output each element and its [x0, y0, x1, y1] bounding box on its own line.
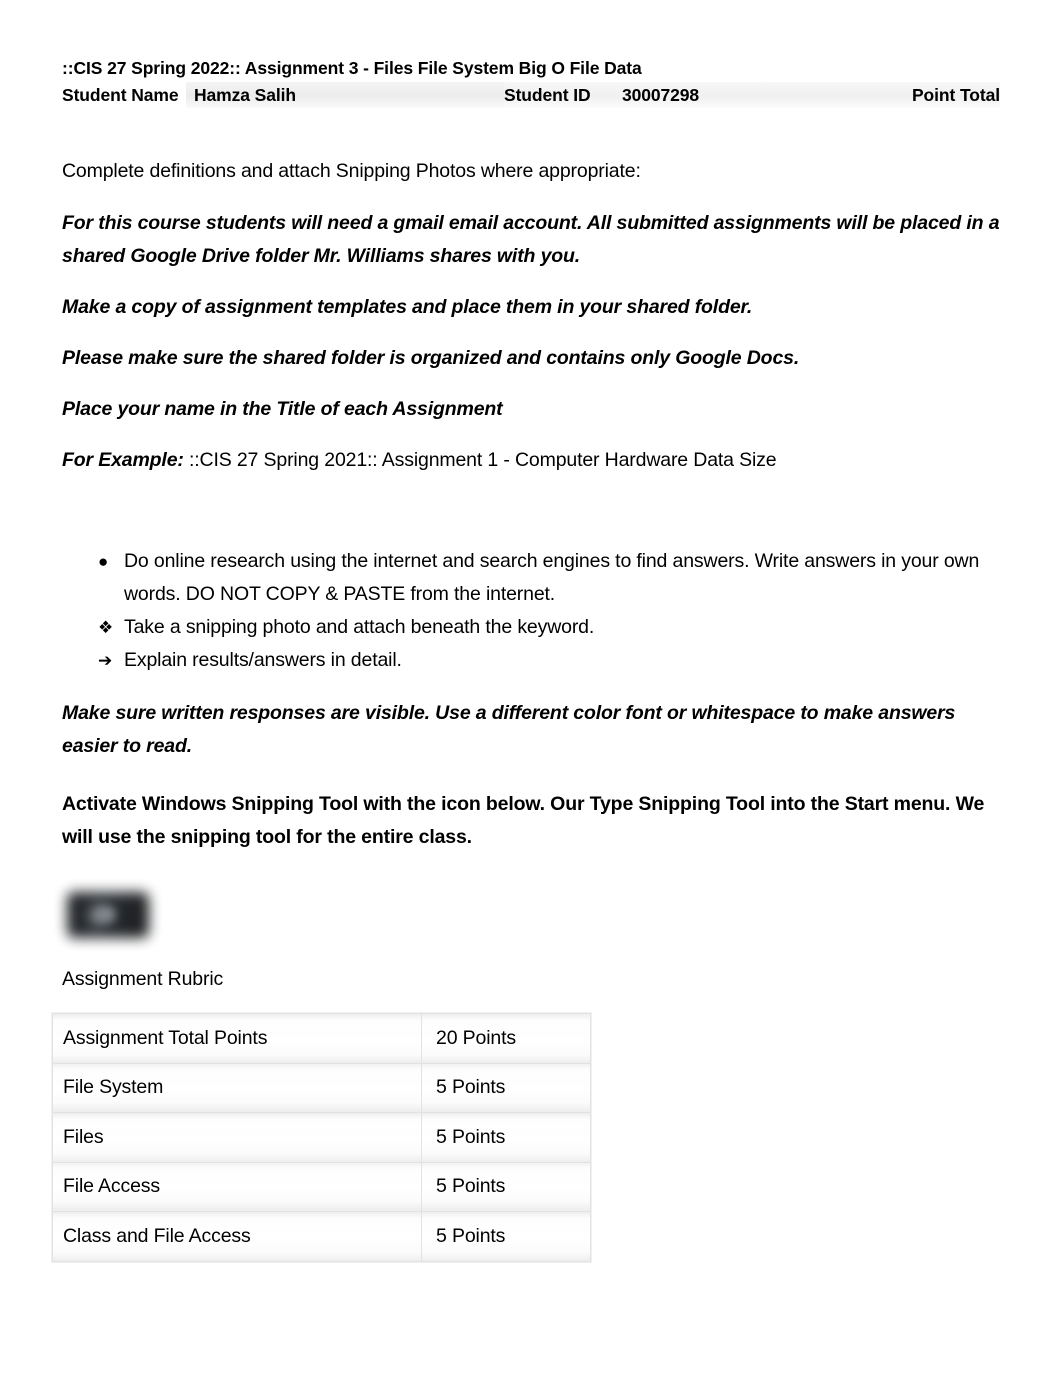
snipping-tool-note: Activate Windows Snipping Tool with the … [62, 793, 985, 848]
point-total-label: Point Total [868, 82, 1000, 108]
intro-paragraph: Complete definitions and attach Snipping… [62, 160, 641, 182]
rubric-criterion: File System [52, 1062, 422, 1113]
document-body: Complete definitions and attach Snipping… [62, 155, 1002, 854]
rubric-criterion: Assignment Total Points [52, 1013, 422, 1064]
rubric-heading: Assignment Rubric [62, 968, 224, 990]
rubric-points: 5 Points [421, 1211, 591, 1262]
rubric-points: 20 Points [421, 1013, 591, 1064]
snipping-tool-icon-highlight [98, 907, 115, 922]
student-id-value[interactable]: 30007298 [622, 82, 868, 108]
student-name-label: Student Name [62, 85, 179, 105]
assignment-title: ::CIS 27 Spring 2022:: Assignment 3 - Fi… [62, 58, 642, 78]
table-row: Assignment Total Points 20 Points [52, 1013, 591, 1064]
list-item-text: Explain results/answers in detail. [124, 649, 402, 671]
student-name-value[interactable]: Hamza Salih [186, 82, 504, 108]
example-paragraph: For Example: ::CIS 27 Spring 2021:: Assi… [62, 444, 1002, 477]
list-item: ❖ Take a snipping photo and attach benea… [62, 611, 1002, 644]
snipping-tool-icon [62, 888, 154, 944]
document-page: ::CIS 27 Spring 2022:: Assignment 3 - Fi… [0, 0, 1062, 1377]
green-visibility-note: Make sure written responses are visible.… [62, 702, 956, 757]
list-item-text: Do online research using the internet an… [124, 550, 980, 605]
student-info-row: Student Name Hamza Salih Student ID 3000… [62, 82, 1000, 108]
student-info-table: Student Name Hamza Salih Student ID 3000… [62, 82, 1000, 108]
rubric-points: 5 Points [421, 1062, 591, 1113]
arrow-bullet-icon: ➔ [98, 651, 113, 670]
table-row: File Access 5 Points [52, 1161, 591, 1212]
rubric-criterion: Files [52, 1112, 422, 1163]
diamond-bullet-icon: ❖ [98, 618, 114, 637]
requirements-list: ● Do online research using the internet … [62, 545, 1002, 677]
instruction-paragraph-2: Make a copy of assignment templates and … [62, 296, 753, 318]
rubric-criterion: File Access [52, 1161, 422, 1212]
table-row: Class and File Access 5 Points [52, 1211, 591, 1262]
instruction-paragraph-3: Please make sure the shared folder is or… [62, 347, 800, 369]
list-item-text: Take a snipping photo and attach beneath… [124, 616, 595, 638]
rubric-table: Assignment Total Points 20 Points File S… [52, 1013, 591, 1262]
rubric-criterion: Class and File Access [52, 1211, 422, 1262]
table-row: File System 5 Points [52, 1062, 591, 1113]
student-id-label: Student ID [504, 82, 622, 108]
example-label: For Example: [62, 449, 184, 471]
rubric-points: 5 Points [421, 1112, 591, 1163]
instruction-paragraph-4: Place your name in the Title of each Ass… [62, 398, 503, 420]
instruction-paragraph-1: For this course students will need a gma… [62, 212, 1000, 267]
list-item: ➔ Explain results/answers in detail. [62, 644, 1002, 677]
document-header: ::CIS 27 Spring 2022:: Assignment 3 - Fi… [62, 56, 1000, 108]
filled-circle-bullet-icon: ● [98, 552, 109, 571]
rubric-points: 5 Points [421, 1161, 591, 1212]
list-item: ● Do online research using the internet … [62, 545, 1002, 611]
table-row: Files 5 Points [52, 1112, 591, 1163]
example-text: ::CIS 27 Spring 2021:: Assignment 1 - Co… [183, 449, 777, 471]
